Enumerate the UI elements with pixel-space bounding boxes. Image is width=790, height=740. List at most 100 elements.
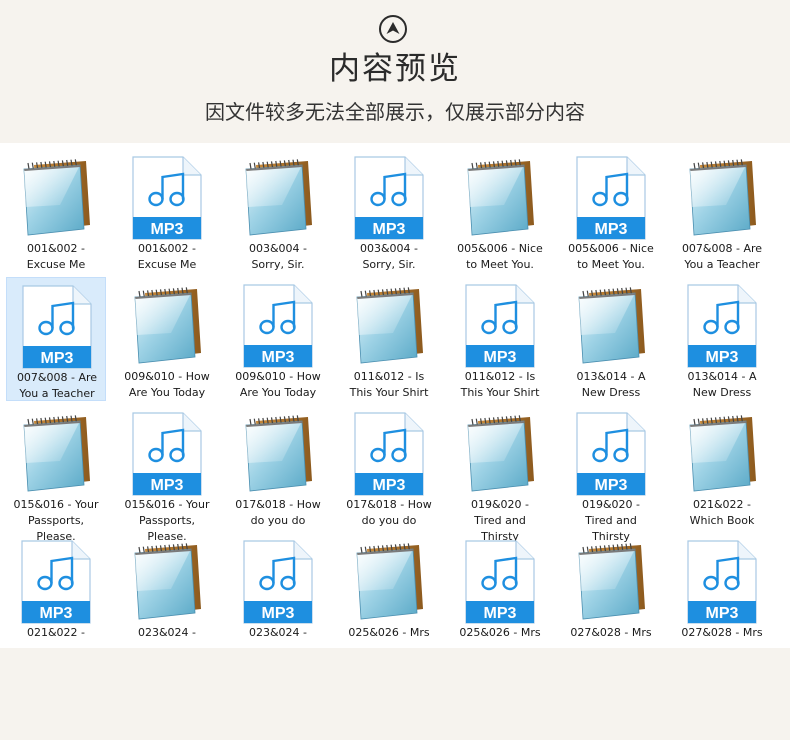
svg-text:MP3: MP3 [40,605,73,622]
text-file-item[interactable]: 013&014 - A New Dress [561,277,661,401]
notepad-file-icon [242,155,314,241]
svg-text:MP3: MP3 [151,221,184,238]
mp3-file-item[interactable]: MP3 017&018 - How do you do [339,405,439,529]
notepad-file-icon [353,283,425,369]
notepad-file-icon [20,155,92,241]
file-name-label: 007&008 - Are You a Teacher [681,242,763,271]
file-name-label: 013&014 - A New Dress [687,370,757,399]
file-name-label: 011&012 - Is This Your Shirt [460,370,540,399]
svg-text:MP3: MP3 [262,605,295,622]
svg-text:MP3: MP3 [484,349,517,366]
notepad-file-icon [353,539,425,625]
text-file-item[interactable]: 025&026 - Mrs [339,533,439,648]
mp3-file-item[interactable]: MP3 001&002 - Excuse Me [117,149,217,273]
mp3-file-item[interactable]: MP3 007&008 - Are You a Teacher [6,277,106,401]
text-file-item[interactable]: 015&016 - Your Passports, Please. [6,405,106,543]
file-name-label: 023&024 - [137,626,197,639]
file-name-label: 025&026 - Mrs [348,626,430,639]
text-file-item[interactable]: 005&006 - Nice to Meet You. [450,149,550,273]
svg-text:MP3: MP3 [373,477,406,494]
mp3-file-icon: MP3 [686,283,758,369]
mp3-file-icon: MP3 [131,411,203,497]
file-name-label: 021&022 - Which Book [689,498,755,527]
mp3-file-item[interactable]: MP3 021&022 - [6,533,106,648]
file-name-label: 023&024 - [248,626,308,639]
notepad-file-icon [464,155,536,241]
mp3-file-item[interactable]: MP3 023&024 - [228,533,328,648]
mp3-file-item[interactable]: MP3 015&016 - Your Passports, Please. [117,405,217,543]
text-file-item[interactable]: 017&018 - How do you do [228,405,328,529]
text-file-item[interactable]: 027&028 - Mrs [561,533,661,648]
file-name-label: 025&026 - Mrs [459,626,541,639]
file-name-label: 009&010 - How Are You Today [235,370,321,399]
mp3-file-icon: MP3 [686,539,758,625]
notepad-file-icon [131,283,203,369]
mp3-file-icon: MP3 [20,539,92,625]
svg-text:MP3: MP3 [41,350,74,367]
svg-text:MP3: MP3 [706,605,739,622]
mp3-file-icon: MP3 [353,155,425,241]
mp3-file-icon: MP3 [131,155,203,241]
text-file-item[interactable]: 001&002 - Excuse Me [6,149,106,273]
mp3-file-icon: MP3 [575,155,647,241]
page-title: 内容预览 [329,51,461,87]
svg-text:MP3: MP3 [373,221,406,238]
mp3-file-item[interactable]: MP3 027&028 - Mrs [672,533,772,648]
file-name-label: 001&002 - Excuse Me [137,242,197,271]
file-name-label: 021&022 - [26,626,86,639]
page-subtitle: 因文件较多无法全部展示，仅展示部分内容 [205,100,585,124]
notepad-file-icon [686,155,758,241]
file-name-label: 003&004 - Sorry, Sir. [359,242,419,271]
mp3-file-icon: MP3 [21,284,93,370]
text-file-item[interactable]: 023&024 - [117,533,217,648]
file-name-label: 005&006 - Nice to Meet You. [568,242,654,271]
file-name-label: 017&018 - How do you do [346,498,432,527]
notepad-file-icon [131,539,203,625]
text-file-item[interactable]: 021&022 - Which Book [672,405,772,529]
svg-text:MP3: MP3 [151,477,184,494]
text-file-item[interactable]: 003&004 - Sorry, Sir. [228,149,328,273]
file-name-label: 017&018 - How do you do [235,498,321,527]
file-name-label: 009&010 - How Are You Today [124,370,210,399]
file-name-label: 013&014 - A New Dress [576,370,646,399]
mp3-file-icon: MP3 [242,283,314,369]
mp3-file-item[interactable]: MP3 013&014 - A New Dress [672,277,772,401]
text-file-item[interactable]: 009&010 - How Are You Today [117,277,217,401]
mp3-file-icon: MP3 [464,283,536,369]
file-name-label: 005&006 - Nice to Meet You. [457,242,543,271]
preview-header: 内容预览 因文件较多无法全部展示，仅展示部分内容 [0,0,790,143]
notepad-file-icon [686,411,758,497]
text-file-item[interactable]: 019&020 - Tired and Thirsty [450,405,550,543]
mp3-file-item[interactable]: MP3 003&004 - Sorry, Sir. [339,149,439,273]
file-preview-panel: 001&002 - Excuse Me MP3 001&002 - Excuse… [0,143,790,648]
notepad-file-icon [242,411,314,497]
mp3-file-item[interactable]: MP3 011&012 - Is This Your Shirt [450,277,550,401]
mp3-file-icon: MP3 [353,411,425,497]
file-name-label: 027&028 - Mrs [570,626,652,639]
svg-text:MP3: MP3 [484,605,517,622]
file-name-label: 001&002 - Excuse Me [26,242,86,271]
page-footer-space [0,648,790,740]
notepad-file-icon [575,283,647,369]
notepad-file-icon [20,411,92,497]
text-file-item[interactable]: 011&012 - Is This Your Shirt [339,277,439,401]
notepad-file-icon [464,411,536,497]
file-name-label: 027&028 - Mrs [681,626,763,639]
mp3-file-icon: MP3 [575,411,647,497]
mp3-file-item[interactable]: MP3 005&006 - Nice to Meet You. [561,149,661,273]
mp3-file-item[interactable]: MP3 025&026 - Mrs [450,533,550,648]
svg-text:MP3: MP3 [595,477,628,494]
svg-text:MP3: MP3 [706,349,739,366]
file-name-label: 003&004 - Sorry, Sir. [248,242,308,271]
file-name-label: 007&008 - Are You a Teacher [16,371,98,400]
svg-text:MP3: MP3 [262,349,295,366]
mp3-file-icon: MP3 [464,539,536,625]
scroll-up-icon[interactable] [378,14,408,44]
file-name-label: 011&012 - Is This Your Shirt [349,370,429,399]
mp3-file-icon: MP3 [242,539,314,625]
text-file-item[interactable]: 007&008 - Are You a Teacher [672,149,772,273]
svg-text:MP3: MP3 [595,221,628,238]
mp3-file-item[interactable]: MP3 019&020 - Tired and Thirsty [561,405,661,543]
notepad-file-icon [575,539,647,625]
mp3-file-item[interactable]: MP3 009&010 - How Are You Today [228,277,328,401]
